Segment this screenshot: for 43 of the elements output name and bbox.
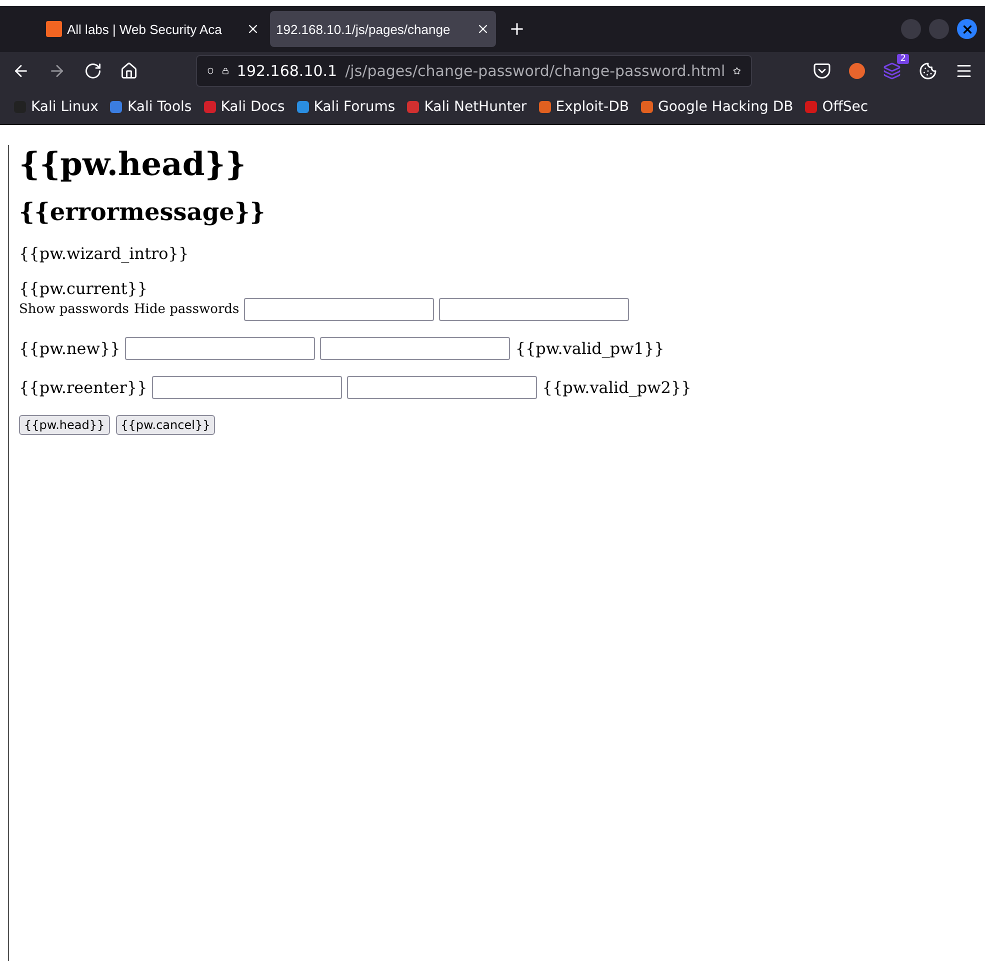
browser-tab[interactable]: 192.168.10.1/js/pages/change [270, 11, 496, 47]
show-passwords-text[interactable]: Show passwords [19, 302, 129, 317]
pocket-icon[interactable] [813, 62, 831, 80]
bookmark-link[interactable]: Kali Forums [296, 99, 396, 115]
reload-icon[interactable] [84, 62, 102, 80]
back-icon[interactable] [12, 62, 30, 80]
url-path: /js/pages/change-password/change-password.html [345, 62, 726, 80]
browser-tab[interactable]: All labs | Web Security Aca [40, 11, 266, 47]
address-bar[interactable]: 192.168.10.1 /js/pages/change-password/change-password.html [196, 55, 752, 87]
close-icon[interactable] [476, 22, 490, 36]
url-host: 192.168.10.1 [236, 62, 338, 80]
cookie-icon[interactable] [919, 62, 937, 80]
bookmark-link[interactable]: Kali NetHunter [407, 99, 527, 115]
input-field[interactable] [244, 298, 434, 321]
input-field[interactable] [320, 337, 510, 360]
menu-icon[interactable] [955, 62, 973, 80]
count-badge: 2 [897, 54, 909, 64]
field-label: {{pw.new}} [19, 339, 120, 358]
input-field[interactable] [125, 337, 316, 360]
field-label: {{pw.current}} [19, 279, 149, 298]
input-field[interactable] [439, 298, 630, 321]
bookmark-link[interactable]: Google Hacking DB [640, 99, 794, 115]
input-field[interactable] [152, 376, 342, 399]
bookmark-link[interactable]: OffSec [805, 99, 868, 115]
bookmark-link[interactable]: Kali Docs [204, 99, 285, 115]
home-icon[interactable] [120, 62, 138, 80]
field-label: {{pw.reenter}} [19, 378, 148, 397]
input-field[interactable] [347, 376, 538, 399]
intro-text: {{pw.wizard_intro}} [19, 244, 190, 263]
forward-icon[interactable] [48, 62, 66, 80]
layers-icon[interactable] [883, 62, 901, 80]
bookmark-link[interactable]: Exploit-DB [538, 99, 629, 115]
validation-text: {{pw.valid_pw2}} [542, 378, 692, 397]
validation-text: {{pw.valid_pw1}} [515, 339, 664, 358]
new-tab-icon[interactable] [508, 20, 526, 38]
form-button[interactable]: {{pw.head}} [19, 415, 110, 435]
error-heading: {{errormessage}} [19, 197, 266, 226]
bookmark-link[interactable]: Kali Linux [14, 99, 98, 115]
close-icon[interactable] [246, 22, 260, 36]
page-heading: {{pw.head}} [19, 145, 247, 183]
bookmark-link[interactable]: Kali Tools [110, 99, 192, 115]
form-button[interactable]: {{pw.cancel}} [116, 415, 216, 435]
hide-passwords-text[interactable]: Hide passwords [134, 302, 240, 317]
